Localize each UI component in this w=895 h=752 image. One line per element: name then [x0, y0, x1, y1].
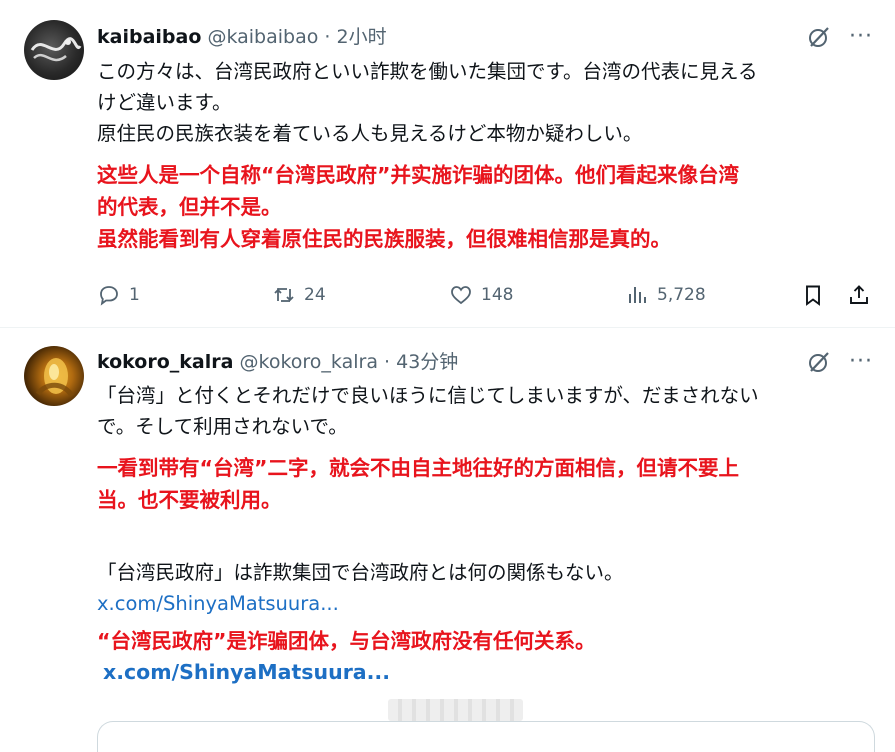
avatar[interactable] [24, 20, 84, 80]
avatar-image [30, 37, 82, 62]
more-icon[interactable]: ··· [849, 26, 873, 48]
tweet-top-actions: ··· [807, 24, 873, 50]
grok-icon[interactable] [807, 350, 831, 374]
views-count: 5,728 [657, 285, 706, 305]
tweet-body: 「台湾」と付くとそれだけで良いほうに信じてしまいますが、だまされない で。そして… [97, 380, 867, 688]
translation-line: “台湾民政府”是诈骗团体，与台湾政府没有任何关系。 [97, 629, 596, 653]
tweet-link[interactable]: x.com/ShinyaMatsuura... [97, 588, 867, 619]
separator-dot: · [384, 351, 391, 373]
tweet[interactable]: kokoro_kalra @kokoro_kalra · 43分钟 ··· 「台… [0, 328, 895, 752]
views-button[interactable]: 5,728 [625, 280, 706, 310]
tweet-text-line: けど違います。 [97, 91, 232, 114]
reply-button[interactable]: 1 [97, 280, 140, 310]
tweet-header: kokoro_kalra @kokoro_kalra · 43分钟 [97, 349, 458, 375]
translation-line: 当。也不要被利用。 [97, 488, 282, 512]
user-handle[interactable]: @kokoro_kalra [240, 351, 378, 373]
avatar-image [35, 358, 75, 398]
translation-link[interactable]: x.com/ShinyaMatsuura... [97, 657, 867, 688]
tweet-text-line: 「台湾」と付くとそれだけで良いほうに信じてしまいますが、だまされない [97, 384, 759, 407]
bookmark-icon [806, 285, 820, 306]
reply-icon [100, 286, 118, 306]
tweet-text-line: 原住民の民族衣装を着ている人も見えるけど本物か疑わしい。 [97, 122, 643, 145]
translation-line: 虽然能看到有人穿着原住民的民族服装，但很难相信那是真的。 [97, 227, 671, 251]
tweet-text-line: 「台湾民政府」は詐欺集団で台湾政府とは何の関係もない。 [97, 561, 624, 584]
more-icon[interactable]: ··· [849, 351, 873, 373]
display-name[interactable]: kokoro_kalra [97, 351, 233, 373]
views-icon [629, 287, 646, 303]
avatar[interactable] [24, 346, 84, 406]
tweet-text-line: この方々は、台湾民政府といい詐欺を働いた集団です。台湾の代表に見える [97, 60, 758, 83]
tweet-body: この方々は、台湾民政府といい詐欺を働いた集団です。台湾の代表に見える けど違いま… [97, 56, 867, 255]
timestamp[interactable]: 2小时 [336, 26, 386, 48]
display-name[interactable]: kaibaibao [97, 26, 201, 48]
share-button[interactable] [847, 280, 871, 310]
watermark [388, 699, 523, 721]
like-count: 148 [481, 285, 514, 305]
like-button[interactable]: 148 [449, 280, 513, 310]
retweet-icon [274, 287, 294, 303]
tweet-actions: 1 24 148 5,728 [97, 280, 877, 310]
bookmark-button[interactable] [801, 280, 825, 310]
heart-icon [451, 286, 471, 305]
separator-dot: · [324, 26, 331, 48]
translation-line: 的代表，但并不是。 [97, 195, 282, 219]
tweet[interactable]: kaibaibao @kaibaibao · 2小时 ··· この方々は、台湾民… [0, 0, 895, 328]
quoted-tweet-card[interactable] [97, 721, 875, 752]
translation-line: 这些人是一个自称“台湾民政府”并实施诈骗的团体。他们看起来像台湾 [97, 163, 739, 187]
translation-line: 一看到带有“台湾”二字，就会不由自主地往好的方面相信，但请不要上 [97, 456, 739, 480]
tweet-header: kaibaibao @kaibaibao · 2小时 [97, 24, 387, 50]
retweet-button[interactable]: 24 [272, 280, 326, 310]
reply-count: 1 [129, 285, 140, 305]
tweet-top-actions: ··· [807, 349, 873, 375]
grok-icon[interactable] [807, 25, 831, 49]
retweet-count: 24 [304, 285, 326, 305]
share-icon [850, 285, 868, 304]
user-handle[interactable]: @kaibaibao [207, 26, 318, 48]
timestamp[interactable]: 43分钟 [396, 351, 458, 373]
tweet-text-line: で。そして利用されないで。 [97, 415, 348, 438]
